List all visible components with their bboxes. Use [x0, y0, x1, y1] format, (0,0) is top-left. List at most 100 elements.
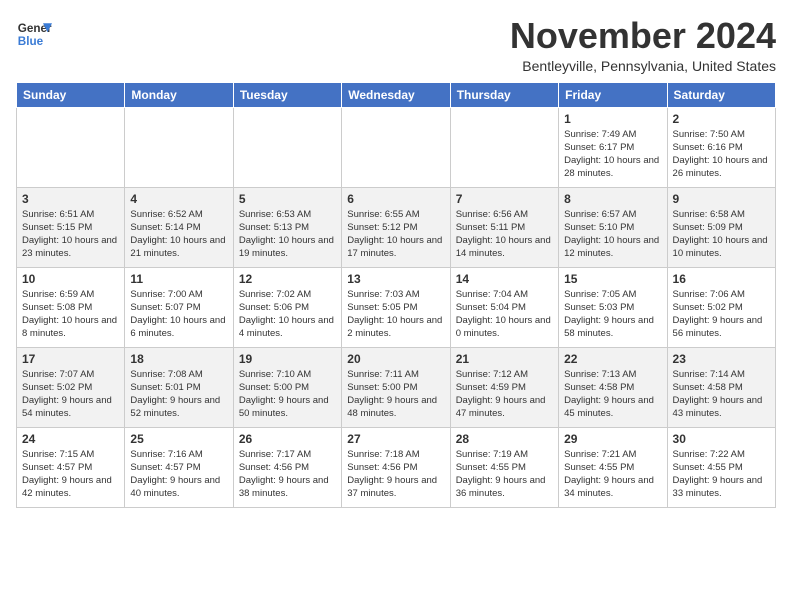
weekday-header: Tuesday	[233, 82, 341, 107]
day-number: 5	[239, 192, 336, 206]
calendar-cell: 10 Sunrise: 6:59 AM Sunset: 5:08 PM Dayli…	[17, 267, 125, 347]
day-number: 28	[456, 432, 553, 446]
calendar-week-row: 24Sunrise: 7:15 AM Sunset: 4:57 PM Dayli…	[17, 427, 776, 507]
day-info: Sunrise: 7:06 AM Sunset: 5:02 PM Dayligh…	[673, 288, 770, 341]
day-number: 30	[673, 432, 770, 446]
day-info: Sunrise: 7:03 AM Sunset: 5:05 PM Dayligh…	[347, 288, 444, 341]
calendar-cell: 11 Sunrise: 7:00 AM Sunset: 5:07 PM Dayli…	[125, 267, 233, 347]
location-subtitle: Bentleyville, Pennsylvania, United State…	[510, 58, 776, 74]
calendar-cell	[125, 107, 233, 187]
calendar-cell: 5 Sunrise: 6:53 AM Sunset: 5:13 PM Daylig…	[233, 187, 341, 267]
day-info: Sunrise: 7:49 AM Sunset: 6:17 PM Dayligh…	[564, 128, 661, 181]
day-info: Sunrise: 7:05 AM Sunset: 5:03 PM Dayligh…	[564, 288, 661, 341]
calendar-cell: 13Sunrise: 7:03 AM Sunset: 5:05 PM Dayli…	[342, 267, 450, 347]
day-info: Sunrise: 6:58 AM Sunset: 5:09 PM Dayligh…	[673, 208, 770, 261]
calendar-cell: 21Sunrise: 7:12 AM Sunset: 4:59 PM Dayli…	[450, 347, 558, 427]
day-info: Sunrise: 7:21 AM Sunset: 4:55 PM Dayligh…	[564, 448, 661, 501]
month-title: November 2024	[510, 16, 776, 56]
day-info: Sunrise: 7:13 AM Sunset: 4:58 PM Dayligh…	[564, 368, 661, 421]
calendar-week-row: 10 Sunrise: 6:59 AM Sunset: 5:08 PM Dayli…	[17, 267, 776, 347]
calendar-cell: 12 Sunrise: 7:02 AM Sunset: 5:06 PM Dayli…	[233, 267, 341, 347]
weekday-header: Friday	[559, 82, 667, 107]
calendar-cell: 2 Sunrise: 7:50 AM Sunset: 6:16 PM Daylig…	[667, 107, 775, 187]
title-block: November 2024 Bentleyville, Pennsylvania…	[510, 16, 776, 74]
day-info: Sunrise: 7:19 AM Sunset: 4:55 PM Dayligh…	[456, 448, 553, 501]
day-number: 19	[239, 352, 336, 366]
day-number: 22	[564, 352, 661, 366]
weekday-header: Saturday	[667, 82, 775, 107]
weekday-header: Sunday	[17, 82, 125, 107]
weekday-header: Wednesday	[342, 82, 450, 107]
calendar-cell: 20Sunrise: 7:11 AM Sunset: 5:00 PM Dayli…	[342, 347, 450, 427]
calendar-cell: 22 Sunrise: 7:13 AM Sunset: 4:58 PM Dayli…	[559, 347, 667, 427]
calendar-cell: 1 Sunrise: 7:49 AM Sunset: 6:17 PM Daylig…	[559, 107, 667, 187]
header: General Blue November 2024 Bentleyville,…	[16, 16, 776, 74]
weekday-header: Thursday	[450, 82, 558, 107]
calendar-cell: 14 Sunrise: 7:04 AM Sunset: 5:04 PM Dayli…	[450, 267, 558, 347]
day-info: Sunrise: 6:56 AM Sunset: 5:11 PM Dayligh…	[456, 208, 553, 261]
calendar-week-row: 1 Sunrise: 7:49 AM Sunset: 6:17 PM Daylig…	[17, 107, 776, 187]
day-number: 1	[564, 112, 661, 126]
day-number: 8	[564, 192, 661, 206]
day-info: Sunrise: 7:16 AM Sunset: 4:57 PM Dayligh…	[130, 448, 227, 501]
calendar-cell: 24Sunrise: 7:15 AM Sunset: 4:57 PM Dayli…	[17, 427, 125, 507]
day-number: 6	[347, 192, 444, 206]
calendar-cell: 7 Sunrise: 6:56 AM Sunset: 5:11 PM Daylig…	[450, 187, 558, 267]
day-number: 14	[456, 272, 553, 286]
calendar-table: SundayMondayTuesdayWednesdayThursdayFrid…	[16, 82, 776, 508]
day-info: Sunrise: 7:02 AM Sunset: 5:06 PM Dayligh…	[239, 288, 336, 341]
calendar-cell: 30 Sunrise: 7:22 AM Sunset: 4:55 PM Dayli…	[667, 427, 775, 507]
day-info: Sunrise: 7:11 AM Sunset: 5:00 PM Dayligh…	[347, 368, 444, 421]
calendar-cell: 18Sunrise: 7:08 AM Sunset: 5:01 PM Dayli…	[125, 347, 233, 427]
calendar-cell: 23 Sunrise: 7:14 AM Sunset: 4:58 PM Dayli…	[667, 347, 775, 427]
day-number: 11	[130, 272, 227, 286]
calendar-cell: 8 Sunrise: 6:57 AM Sunset: 5:10 PM Daylig…	[559, 187, 667, 267]
day-number: 29	[564, 432, 661, 446]
day-info: Sunrise: 6:53 AM Sunset: 5:13 PM Dayligh…	[239, 208, 336, 261]
day-info: Sunrise: 7:08 AM Sunset: 5:01 PM Dayligh…	[130, 368, 227, 421]
calendar-cell: 16 Sunrise: 7:06 AM Sunset: 5:02 PM Dayli…	[667, 267, 775, 347]
day-number: 7	[456, 192, 553, 206]
calendar-cell	[233, 107, 341, 187]
day-number: 26	[239, 432, 336, 446]
day-info: Sunrise: 7:50 AM Sunset: 6:16 PM Dayligh…	[673, 128, 770, 181]
day-info: Sunrise: 7:04 AM Sunset: 5:04 PM Dayligh…	[456, 288, 553, 341]
calendar-cell: 4 Sunrise: 6:52 AM Sunset: 5:14 PM Daylig…	[125, 187, 233, 267]
day-info: Sunrise: 7:00 AM Sunset: 5:07 PM Dayligh…	[130, 288, 227, 341]
day-number: 15	[564, 272, 661, 286]
day-number: 16	[673, 272, 770, 286]
calendar-cell: 27Sunrise: 7:18 AM Sunset: 4:56 PM Dayli…	[342, 427, 450, 507]
day-info: Sunrise: 6:59 AM Sunset: 5:08 PM Dayligh…	[22, 288, 119, 341]
day-info: Sunrise: 7:10 AM Sunset: 5:00 PM Dayligh…	[239, 368, 336, 421]
calendar-cell: 26 Sunrise: 7:17 AM Sunset: 4:56 PM Dayli…	[233, 427, 341, 507]
day-info: Sunrise: 7:12 AM Sunset: 4:59 PM Dayligh…	[456, 368, 553, 421]
day-number: 2	[673, 112, 770, 126]
day-number: 17	[22, 352, 119, 366]
day-info: Sunrise: 7:14 AM Sunset: 4:58 PM Dayligh…	[673, 368, 770, 421]
day-info: Sunrise: 6:52 AM Sunset: 5:14 PM Dayligh…	[130, 208, 227, 261]
calendar-cell: 17Sunrise: 7:07 AM Sunset: 5:02 PM Dayli…	[17, 347, 125, 427]
calendar-cell: 29 Sunrise: 7:21 AM Sunset: 4:55 PM Dayli…	[559, 427, 667, 507]
calendar-cell: 3 Sunrise: 6:51 AM Sunset: 5:15 PM Daylig…	[17, 187, 125, 267]
day-info: Sunrise: 7:18 AM Sunset: 4:56 PM Dayligh…	[347, 448, 444, 501]
day-number: 3	[22, 192, 119, 206]
calendar-cell: 25Sunrise: 7:16 AM Sunset: 4:57 PM Dayli…	[125, 427, 233, 507]
day-number: 23	[673, 352, 770, 366]
day-info: Sunrise: 7:17 AM Sunset: 4:56 PM Dayligh…	[239, 448, 336, 501]
calendar-cell: 9Sunrise: 6:58 AM Sunset: 5:09 PM Daylig…	[667, 187, 775, 267]
day-info: Sunrise: 6:57 AM Sunset: 5:10 PM Dayligh…	[564, 208, 661, 261]
calendar-cell: 19 Sunrise: 7:10 AM Sunset: 5:00 PM Dayli…	[233, 347, 341, 427]
svg-text:Blue: Blue	[18, 35, 44, 48]
weekday-header-row: SundayMondayTuesdayWednesdayThursdayFrid…	[17, 82, 776, 107]
day-number: 12	[239, 272, 336, 286]
calendar-week-row: 3 Sunrise: 6:51 AM Sunset: 5:15 PM Daylig…	[17, 187, 776, 267]
calendar-week-row: 17Sunrise: 7:07 AM Sunset: 5:02 PM Dayli…	[17, 347, 776, 427]
day-number: 10	[22, 272, 119, 286]
day-info: Sunrise: 6:51 AM Sunset: 5:15 PM Dayligh…	[22, 208, 119, 261]
day-info: Sunrise: 7:22 AM Sunset: 4:55 PM Dayligh…	[673, 448, 770, 501]
day-number: 4	[130, 192, 227, 206]
logo: General Blue	[16, 16, 52, 52]
calendar-cell: 28 Sunrise: 7:19 AM Sunset: 4:55 PM Dayli…	[450, 427, 558, 507]
logo-icon: General Blue	[16, 16, 52, 52]
calendar-cell	[450, 107, 558, 187]
